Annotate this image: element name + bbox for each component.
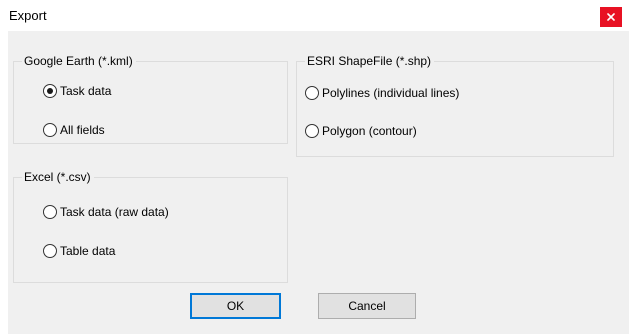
radio-unchecked-icon — [43, 244, 57, 258]
shp-groupbox: ESRI ShapeFile (*.shp) Polylines (indivi… — [296, 54, 614, 157]
radio-checked-icon — [43, 84, 57, 98]
close-icon — [607, 13, 615, 21]
radio-unchecked-icon — [305, 86, 319, 100]
window-title: Export — [9, 8, 47, 23]
csv-groupbox: Excel (*.csv) Task data (raw data) Table… — [13, 170, 288, 283]
csv-task-data-radio[interactable]: Task data (raw data) — [43, 205, 169, 219]
kml-groupbox: Google Earth (*.kml) Task data All field… — [13, 54, 288, 144]
radio-unchecked-icon — [43, 205, 57, 219]
close-button[interactable] — [600, 7, 622, 27]
kml-all-fields-radio[interactable]: All fields — [43, 123, 105, 137]
kml-task-data-radio[interactable]: Task data — [43, 84, 111, 98]
csv-group-label: Excel (*.csv) — [22, 170, 94, 184]
radio-label: Task data — [60, 84, 112, 98]
export-dialog: Export Google Earth (*.kml) Task data Al… — [0, 0, 629, 334]
radio-label: Polylines (individual lines) — [322, 86, 460, 100]
radio-unchecked-icon — [43, 123, 57, 137]
title-bar[interactable]: Export — [0, 0, 629, 32]
radio-unchecked-icon — [305, 124, 319, 138]
shp-polylines-radio[interactable]: Polylines (individual lines) — [305, 86, 459, 100]
radio-label: Task data (raw data) — [60, 205, 169, 219]
radio-label: Table data — [60, 244, 116, 258]
ok-button[interactable]: OK — [190, 293, 281, 319]
radio-label: All fields — [60, 123, 105, 137]
csv-table-data-radio[interactable]: Table data — [43, 244, 115, 258]
shp-polygon-radio[interactable]: Polygon (contour) — [305, 124, 417, 138]
cancel-button[interactable]: Cancel — [318, 293, 416, 319]
dialog-client-area: Google Earth (*.kml) Task data All field… — [8, 31, 629, 334]
radio-label: Polygon (contour) — [322, 124, 417, 138]
shp-group-label: ESRI ShapeFile (*.shp) — [305, 54, 435, 68]
kml-group-label: Google Earth (*.kml) — [22, 54, 136, 68]
